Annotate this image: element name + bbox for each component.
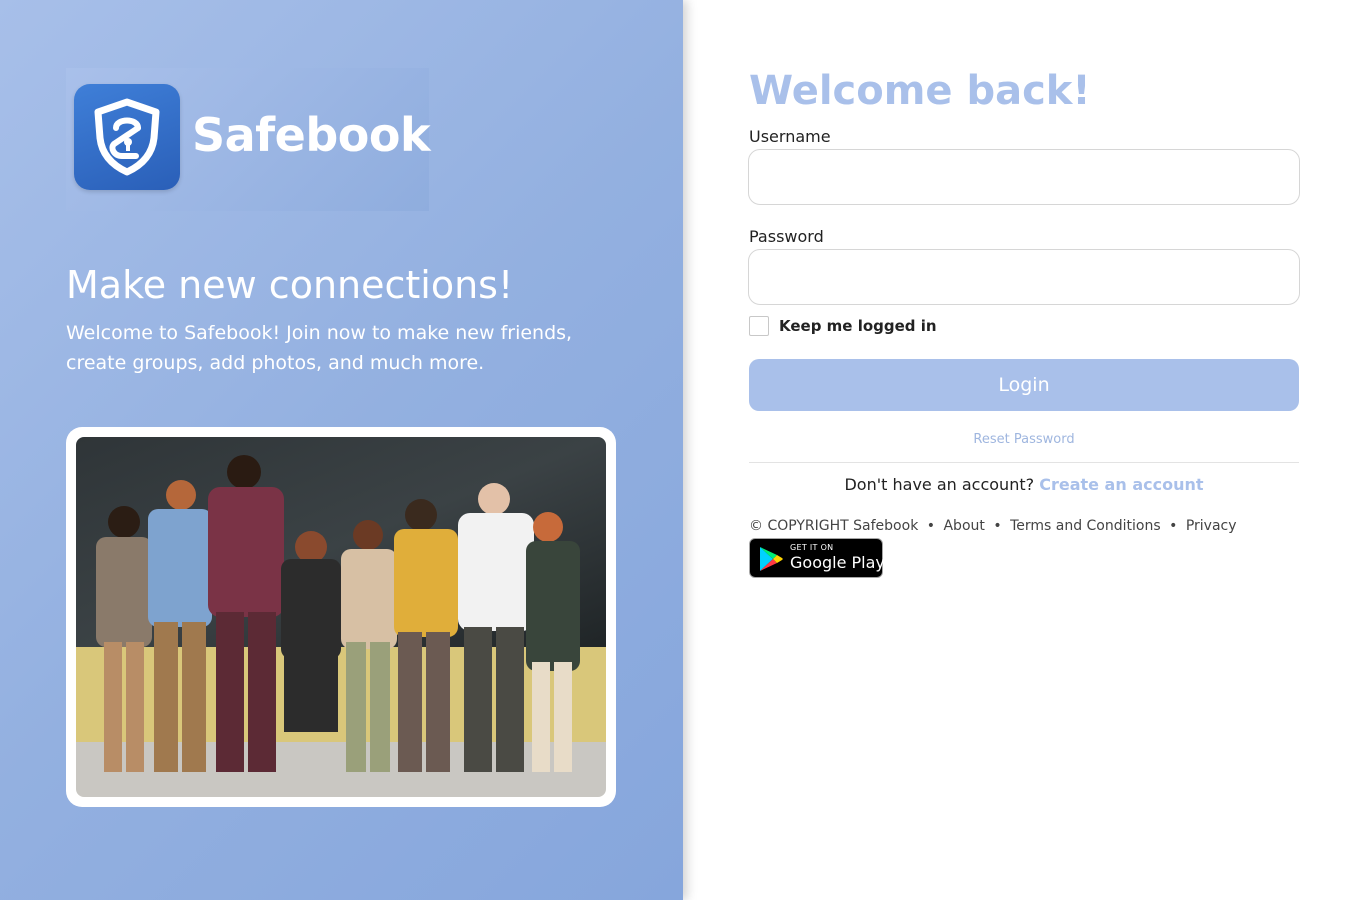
username-field[interactable] bbox=[748, 149, 1300, 205]
footer: © COPYRIGHT Safebook • About • Terms and… bbox=[749, 518, 1237, 534]
password-field[interactable] bbox=[748, 249, 1300, 305]
badge-line1: GET IT ON bbox=[790, 543, 834, 552]
footer-separator: • bbox=[1169, 518, 1178, 534]
footer-link-terms[interactable]: Terms and Conditions bbox=[1010, 518, 1161, 534]
password-label: Password bbox=[749, 227, 824, 246]
create-account-link[interactable]: Create an account bbox=[1039, 475, 1203, 494]
brand-logo[interactable]: Safebook bbox=[66, 68, 431, 211]
brand-name: Safebook bbox=[192, 108, 431, 162]
hero-tagline: Make new connections! bbox=[66, 263, 514, 307]
copyright-text: © COPYRIGHT Safebook bbox=[749, 518, 919, 534]
footer-link-privacy[interactable]: Privacy bbox=[1186, 518, 1237, 534]
login-heading: Welcome back! bbox=[749, 68, 1091, 114]
google-play-badge[interactable]: GET IT ON Google Play bbox=[749, 538, 885, 578]
hero-intro-text: Welcome to Safebook! Join now to make ne… bbox=[66, 322, 573, 374]
footer-link-about[interactable]: About bbox=[943, 518, 984, 534]
remember-me-checkbox[interactable] bbox=[749, 316, 769, 336]
username-label: Username bbox=[749, 127, 831, 146]
remember-me-row[interactable]: Keep me logged in bbox=[749, 316, 937, 336]
signup-row: Don't have an account? Create an account bbox=[749, 475, 1299, 494]
divider bbox=[749, 462, 1299, 463]
badge-line2: Google Play bbox=[790, 553, 885, 572]
remember-me-label[interactable]: Keep me logged in bbox=[779, 317, 937, 335]
footer-separator: • bbox=[993, 518, 1002, 534]
login-button[interactable]: Login bbox=[749, 359, 1299, 411]
reset-password-link[interactable]: Reset Password bbox=[749, 432, 1299, 447]
hero-photo-frame bbox=[66, 427, 616, 807]
shield-lock-icon bbox=[74, 84, 180, 190]
group-photo bbox=[76, 437, 606, 797]
signup-prompt: Don't have an account? bbox=[844, 475, 1035, 494]
google-play-icon bbox=[760, 547, 783, 571]
left-hero-panel: Safebook Make new connections! Welcome t… bbox=[0, 0, 683, 900]
footer-separator: • bbox=[926, 518, 936, 534]
login-panel: Welcome back! Username Password Keep me … bbox=[683, 0, 1365, 900]
